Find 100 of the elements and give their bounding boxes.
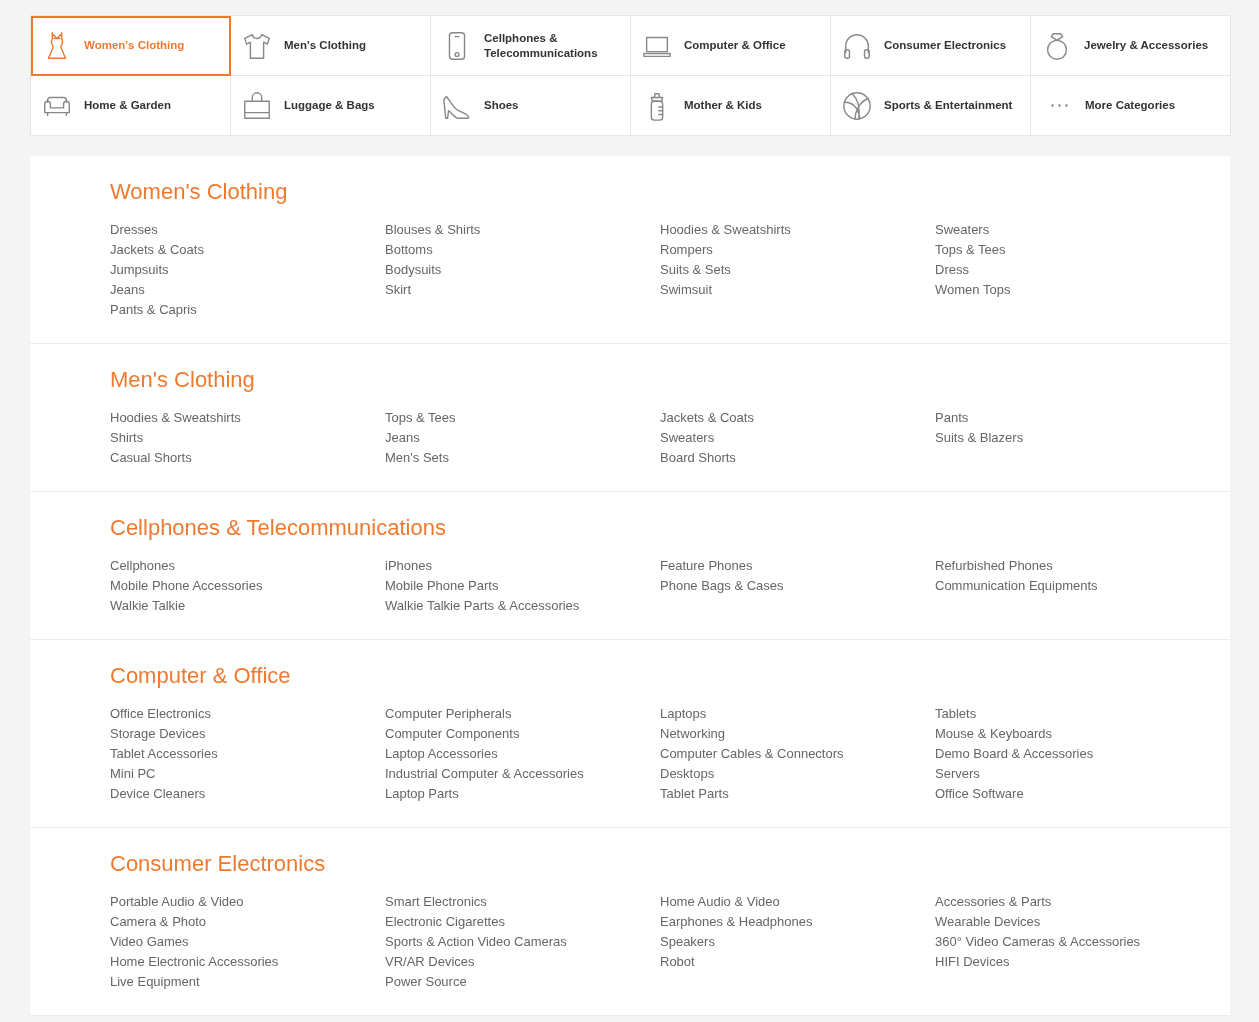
subcategory-link[interactable]: Industrial Computer & Accessories: [385, 764, 584, 784]
subcategory-link[interactable]: Home Audio & Video: [660, 892, 780, 912]
subcategory-link[interactable]: Computer Cables & Connectors: [660, 744, 844, 764]
category-tile[interactable]: Shoes: [431, 76, 631, 136]
section-title: Women's Clothing: [110, 178, 288, 206]
category-tile[interactable]: Sports & Entertainment: [831, 76, 1031, 136]
subcategory-link[interactable]: Mobile Phone Parts: [385, 576, 499, 596]
subcategory-link[interactable]: Refurbished Phones: [935, 556, 1053, 576]
subcategory-link[interactable]: Home Electronic Accessories: [110, 952, 279, 972]
subcategory-link[interactable]: Office Software: [935, 784, 1024, 804]
subcategory-link[interactable]: Board Shorts: [660, 448, 736, 468]
section-title: Computer & Office: [110, 662, 291, 690]
subcategory-link[interactable]: Sports & Action Video Cameras: [385, 932, 567, 952]
category-tile[interactable]: Consumer Electronics: [831, 16, 1031, 76]
subcategory-link[interactable]: Speakers: [660, 932, 715, 952]
subcategory-link[interactable]: Laptop Parts: [385, 784, 459, 804]
subcategory-link[interactable]: Communication Equipments: [935, 576, 1098, 596]
subcategory-link[interactable]: Earphones & Headphones: [660, 912, 813, 932]
subcategory-link[interactable]: Computer Components: [385, 724, 520, 744]
subcategory-link[interactable]: Pants: [935, 408, 969, 428]
subcategory-link[interactable]: Mobile Phone Accessories: [110, 576, 263, 596]
section-title: Cellphones & Telecommunications: [110, 514, 446, 542]
subcategory-link[interactable]: Portable Audio & Video: [110, 892, 244, 912]
category-tile[interactable]: Home & Garden: [31, 76, 231, 136]
category-label: Home & Garden: [84, 98, 171, 113]
subcategory-link[interactable]: Feature Phones: [660, 556, 753, 576]
subcategory-link[interactable]: Tablets: [935, 704, 977, 724]
category-tile[interactable]: Jewelry & Accessories: [1031, 16, 1231, 76]
subcategory-link[interactable]: Live Equipment: [110, 972, 200, 992]
subcategory-link[interactable]: Jumpsuits: [110, 260, 169, 280]
subcategory-link[interactable]: Bodysuits: [385, 260, 442, 280]
subcategory-link[interactable]: Networking: [660, 724, 726, 744]
subcategory-link[interactable]: Tablet Accessories: [110, 744, 218, 764]
subcategory-link[interactable]: Computer Peripherals: [385, 704, 512, 724]
subcategory-link[interactable]: Camera & Photo: [110, 912, 207, 932]
subcategory-link[interactable]: Jeans: [110, 280, 145, 300]
category-tile[interactable]: Computer & Office: [631, 16, 831, 76]
subcategory-link[interactable]: Swimsuit: [660, 280, 712, 300]
category-label: Cellphones & Telecommunications: [484, 30, 599, 61]
subcategory-link[interactable]: 360° Video Cameras & Accessories: [935, 932, 1141, 952]
subcategory-link[interactable]: Jackets & Coats: [660, 408, 754, 428]
subcategory-link[interactable]: iPhones: [385, 556, 432, 576]
subcategory-link[interactable]: Dress: [935, 260, 969, 280]
subcategory-link[interactable]: Jackets & Coats: [110, 240, 204, 260]
subcategory-link[interactable]: Smart Electronics: [385, 892, 487, 912]
subcategory-link[interactable]: Hoodies & Sweatshirts: [660, 220, 791, 240]
subcategory-link[interactable]: Mouse & Keyboards: [935, 724, 1053, 744]
category-tile[interactable]: More Categories: [1031, 76, 1231, 136]
category-label: Mother & Kids: [684, 98, 762, 113]
subcategory-link[interactable]: Sweaters: [935, 220, 990, 240]
subcategory-link[interactable]: Blouses & Shirts: [385, 220, 481, 240]
subcategory-link[interactable]: Women Tops: [935, 280, 1011, 300]
subcategory-link[interactable]: Laptops: [660, 704, 707, 724]
subcategory-link[interactable]: Suits & Blazers: [935, 428, 1024, 448]
subcategory-link[interactable]: Jeans: [385, 428, 420, 448]
shopping-bag-icon: [241, 89, 273, 122]
subcategory-link[interactable]: Demo Board & Accessories: [935, 744, 1094, 764]
subcategory-link[interactable]: Suits & Sets: [660, 260, 731, 280]
subcategory-link[interactable]: Storage Devices: [110, 724, 206, 744]
subcategory-link[interactable]: Bottoms: [385, 240, 433, 260]
subcategory-link[interactable]: Sweaters: [660, 428, 715, 448]
subcategory-link[interactable]: Cellphones: [110, 556, 176, 576]
category-label: More Categories: [1085, 98, 1176, 113]
subcategory-link[interactable]: Office Electronics: [110, 704, 211, 724]
subcategory-link[interactable]: Robot: [660, 952, 695, 972]
subcategory-link[interactable]: Desktops: [660, 764, 715, 784]
subcategory-link[interactable]: Skirt: [385, 280, 411, 300]
subcategory-link[interactable]: Mini PC: [110, 764, 156, 784]
category-label: Computer & Office: [684, 38, 786, 53]
subcategory-link[interactable]: Power Source: [385, 972, 467, 992]
subcategory-link[interactable]: Casual Shorts: [110, 448, 192, 468]
category-label: Jewelry & Accessories: [1084, 38, 1209, 53]
subcategory-link[interactable]: Rompers: [660, 240, 713, 260]
category-label: Sports & Entertainment: [884, 98, 1013, 113]
subcategory-link[interactable]: Tablet Parts: [660, 784, 729, 804]
ball-icon: [841, 89, 873, 122]
subcategory-link[interactable]: Men's Sets: [385, 448, 449, 468]
subcategory-link[interactable]: Wearable Devices: [935, 912, 1041, 932]
category-tile[interactable]: Cellphones & Telecommunications: [431, 16, 631, 76]
category-label: Luggage & Bags: [284, 98, 375, 113]
category-tile[interactable]: Men's Clothing: [231, 16, 431, 76]
subcategory-link[interactable]: HIFI Devices: [935, 952, 1010, 972]
subcategory-link[interactable]: Walkie Talkie: [110, 596, 186, 616]
subcategory-link[interactable]: VR/AR Devices: [385, 952, 475, 972]
subcategory-link[interactable]: Pants & Capris: [110, 300, 197, 320]
category-tile[interactable]: Luggage & Bags: [231, 76, 431, 136]
subcategory-link[interactable]: Walkie Talkie Parts & Accessories: [385, 596, 580, 616]
subcategory-link[interactable]: Shirts: [110, 428, 144, 448]
subcategory-link[interactable]: Hoodies & Sweatshirts: [110, 408, 241, 428]
subcategory-link[interactable]: Device Cleaners: [110, 784, 206, 804]
subcategory-link[interactable]: Dresses: [110, 220, 158, 240]
category-tile[interactable]: Mother & Kids: [631, 76, 831, 136]
subcategory-link[interactable]: Servers: [935, 764, 980, 784]
subcategory-link[interactable]: Laptop Accessories: [385, 744, 498, 764]
subcategory-link[interactable]: Electronic Cigarettes: [385, 912, 505, 932]
subcategory-link[interactable]: Phone Bags & Cases: [660, 576, 784, 596]
subcategory-link[interactable]: Tops & Tees: [385, 408, 456, 428]
subcategory-link[interactable]: Tops & Tees: [935, 240, 1006, 260]
subcategory-link[interactable]: Video Games: [110, 932, 189, 952]
subcategory-link[interactable]: Accessories & Parts: [935, 892, 1052, 912]
